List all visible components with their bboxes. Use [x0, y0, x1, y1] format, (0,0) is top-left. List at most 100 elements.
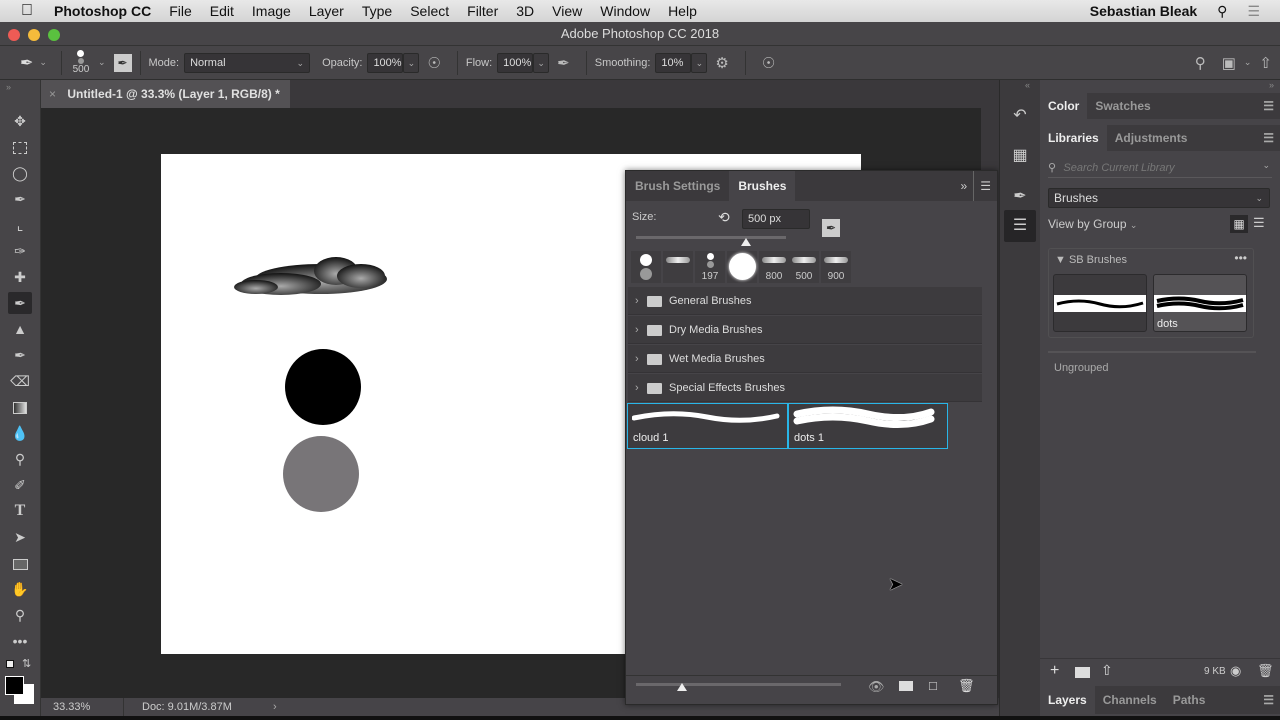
tab-channels[interactable]: Channels	[1095, 686, 1165, 714]
history-panel-icon[interactable]: ↶	[1004, 100, 1036, 132]
brush-preset-dots-1[interactable]: dots 1	[788, 403, 948, 449]
creative-cloud-icon[interactable]: ◉	[1230, 663, 1241, 679]
reset-size-icon[interactable]: ⟲	[718, 209, 730, 226]
flow-input[interactable]: 100%	[497, 52, 534, 73]
menu-layer[interactable]: Layer	[309, 3, 344, 19]
lasso-tool-icon[interactable]: ◯	[8, 162, 32, 184]
brush-edit-icon[interactable]: ✒	[822, 219, 840, 237]
mode-select[interactable]: Normal ⌄	[184, 52, 311, 73]
pressure-size-icon[interactable]: ☉	[762, 54, 775, 72]
menu-type[interactable]: Type	[362, 3, 392, 19]
brush-folder-general[interactable]: › General Brushes	[628, 287, 982, 315]
pen-tool-icon[interactable]: ✐	[8, 474, 32, 496]
foreground-color-swatch[interactable]	[5, 676, 24, 695]
gear-icon[interactable]: ⚙	[715, 54, 728, 72]
panel-menu-icon[interactable]: ☰	[973, 171, 997, 201]
healing-brush-tool-icon[interactable]: ✚	[8, 266, 32, 288]
expand-icon[interactable]: »	[6, 82, 11, 92]
new-group-folder-icon[interactable]	[1075, 667, 1090, 678]
swap-colors-icon[interactable]: ⇅	[22, 657, 31, 670]
opacity-dropdown[interactable]: ⌄	[403, 52, 420, 73]
new-brush-icon[interactable]: □	[929, 678, 937, 693]
library-search[interactable]: ⚲ Search Current Library ⌄	[1048, 160, 1272, 178]
size-slider-track[interactable]	[636, 236, 786, 239]
brush-tool-preset-icon[interactable]: ✒	[20, 53, 33, 73]
history-brush-tool-icon[interactable]: ✒	[8, 344, 32, 366]
menu-3d[interactable]: 3D	[516, 3, 534, 19]
3d-panel-icon[interactable]: ▦	[1004, 140, 1036, 172]
search-icon[interactable]: ⚲	[1195, 54, 1206, 72]
clone-stamp-tool-icon[interactable]: ▲	[8, 318, 32, 340]
eraser-tool-icon[interactable]: ⌫	[8, 370, 32, 392]
view-by-group-dropdown[interactable]: View by Group ⌄	[1048, 217, 1137, 231]
brush-folder-wet-media[interactable]: › Wet Media Brushes	[628, 345, 982, 373]
recent-brush-tip-cloud[interactable]: 900	[821, 251, 851, 283]
move-tool-icon[interactable]: ✥	[8, 110, 32, 132]
delete-brush-icon[interactable]: 🗑	[958, 678, 975, 694]
marquee-tool-icon[interactable]	[8, 136, 32, 158]
search-icon[interactable]: ⚲	[1217, 3, 1227, 20]
recent-brush-tip-cloud[interactable]: 800	[759, 251, 789, 283]
brush-settings-toggle-icon[interactable]: ✒	[113, 53, 132, 72]
recent-brush-tip-dual-round[interactable]	[631, 251, 661, 283]
tab-color[interactable]: Color	[1040, 93, 1088, 119]
tab-brush-settings[interactable]: Brush Settings	[626, 171, 729, 201]
eyedropper-tool-icon[interactable]: ✑	[8, 240, 32, 262]
expand-dock-icon[interactable]: »	[1269, 80, 1274, 90]
recent-brush-tip-soft-round[interactable]	[727, 251, 757, 283]
zoom-tool-icon[interactable]: ⚲	[8, 604, 32, 626]
upload-icon[interactable]: ⇧	[1101, 662, 1113, 679]
thumbnail-size-slider[interactable]	[636, 683, 841, 686]
hand-tool-icon[interactable]: ✋	[8, 578, 32, 600]
flow-dropdown[interactable]: ⌄	[533, 52, 550, 73]
tab-swatches[interactable]: Swatches	[1087, 93, 1158, 119]
opacity-input[interactable]: 100%	[367, 52, 404, 73]
menu-window[interactable]: Window	[600, 3, 650, 19]
list-icon[interactable]: ☰	[1247, 3, 1260, 20]
recent-brush-tip-cloud[interactable]	[663, 251, 693, 283]
blur-tool-icon[interactable]: 💧	[8, 422, 32, 444]
workspace-icon[interactable]: ▣	[1222, 54, 1236, 72]
chevron-down-icon[interactable]: ⌄	[1244, 57, 1252, 68]
user-name[interactable]: Sebastian Bleak	[1090, 3, 1197, 19]
menu-help[interactable]: Help	[668, 3, 697, 19]
recent-brush-tip-cloud[interactable]: 500	[789, 251, 819, 283]
brush-tool-icon[interactable]: ✒	[8, 292, 32, 314]
quick-select-tool-icon[interactable]: ✒	[8, 188, 32, 210]
trash-icon[interactable]: 🗑	[1257, 663, 1274, 679]
chevron-down-icon[interactable]: ⌄	[98, 57, 106, 68]
collapse-dock-icon[interactable]: «	[1025, 80, 1030, 90]
collapse-panel-icon[interactable]: »	[961, 171, 974, 201]
tab-paths[interactable]: Paths	[1165, 686, 1214, 714]
menu-filter[interactable]: Filter	[467, 3, 498, 19]
menu-app-name[interactable]: Photoshop CC	[54, 3, 151, 19]
menu-edit[interactable]: Edit	[210, 3, 234, 19]
library-select[interactable]: Brushes ⌄	[1048, 188, 1270, 208]
status-menu-arrow[interactable]: ›	[273, 698, 277, 716]
recent-brush-tip-dual-round-small[interactable]: 197	[695, 251, 725, 283]
library-search-input[interactable]: Search Current Library	[1063, 162, 1174, 174]
more-options-icon[interactable]: •••	[1234, 251, 1247, 265]
pressure-opacity-icon[interactable]: ☉	[427, 54, 440, 72]
close-tab-icon[interactable]: ×	[49, 87, 56, 101]
chevron-down-icon[interactable]: ⌄	[39, 57, 47, 68]
library-brush-item-dots[interactable]: dots	[1153, 274, 1247, 332]
menu-select[interactable]: Select	[410, 3, 449, 19]
group-toggle[interactable]: ▼ SB Brushes	[1055, 254, 1127, 266]
size-slider-thumb[interactable]	[741, 238, 751, 246]
tab-libraries[interactable]: Libraries	[1040, 125, 1107, 151]
zoom-level[interactable]: 33.33%	[53, 698, 113, 716]
smoothing-dropdown[interactable]: ⌄	[691, 52, 708, 73]
brush-preset-picker[interactable]: 500	[70, 50, 92, 75]
menu-image[interactable]: Image	[252, 3, 291, 19]
list-view-icon[interactable]: ☰	[1253, 215, 1265, 231]
size-input[interactable]: 500 px	[742, 209, 810, 229]
panel-menu-icon[interactable]: ☰	[1263, 686, 1274, 714]
apple-icon[interactable]: 	[0, 2, 54, 20]
brush-presets-icon[interactable]: ✒	[1004, 181, 1036, 213]
document-tab[interactable]: × Untitled-1 @ 33.3% (Layer 1, RGB/8) *	[41, 80, 290, 108]
tab-adjustments[interactable]: Adjustments	[1107, 125, 1196, 151]
new-group-folder-icon[interactable]	[899, 681, 913, 691]
thumbnail-size-thumb[interactable]	[677, 683, 687, 691]
smoothing-input[interactable]: 10%	[655, 52, 692, 73]
